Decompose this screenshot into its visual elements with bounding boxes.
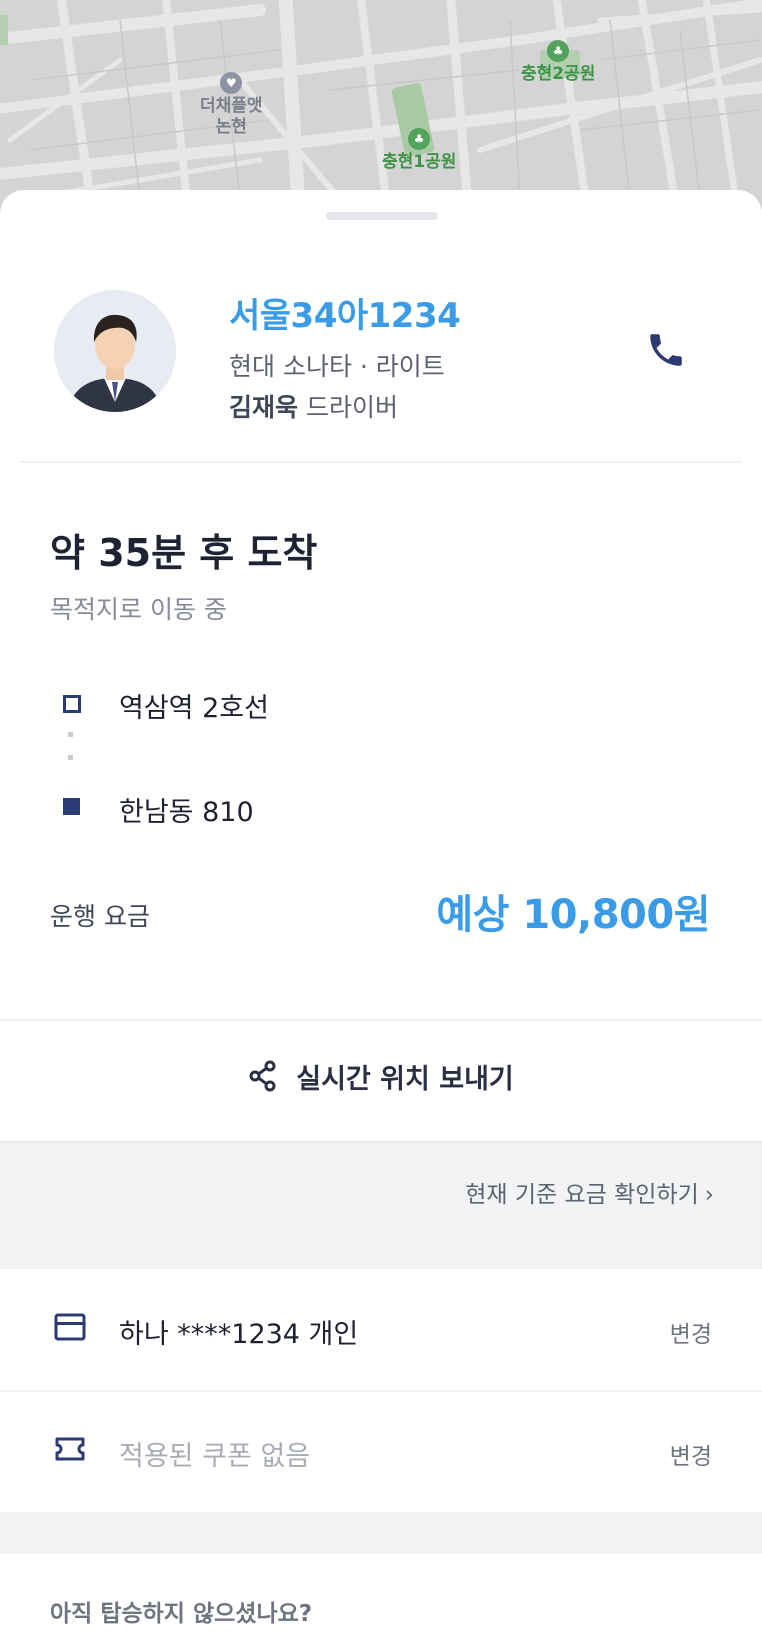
map-poi-chapel[interactable]: ♥ 더채플앳 논현	[200, 72, 263, 138]
payment-card-label: 하나 ****1234 개인	[119, 1319, 359, 1350]
check-current-fare-label: 현재 기준 요금 확인하기	[465, 1182, 699, 1208]
not-boarded-section[interactable]: 아직 탑승하지 않으셨나요?	[0, 1554, 762, 1650]
share-location-label: 실시간 위치 보내기	[296, 1063, 514, 1095]
fare-label: 운행 요금	[50, 902, 150, 931]
payment-method-row[interactable]: 하나 ****1234 개인 변경	[0, 1270, 762, 1390]
driver-avatar	[54, 290, 176, 412]
chevron-right-icon: ›	[704, 1182, 714, 1208]
trip-status: 목적지로 이동 중	[50, 595, 227, 624]
location-pin-icon: ♥	[220, 72, 243, 94]
poi-label: 충현1공원	[382, 152, 457, 172]
call-driver-button[interactable]	[636, 320, 696, 380]
share-location-button[interactable]: 실시간 위치 보내기	[0, 1021, 762, 1131]
destination-address: 한남동 810	[119, 797, 254, 828]
coupon-label: 적용된 쿠폰 없음	[119, 1441, 311, 1472]
destination-marker-icon	[63, 798, 80, 815]
vehicle-plate-number: 서울34아1234	[229, 296, 461, 336]
coupon-ticket-icon	[55, 1437, 85, 1461]
eta-title: 약 35분 후 도착	[50, 531, 318, 575]
park-icon: ♣	[547, 40, 570, 62]
map-poi-park-1[interactable]: ♣ 충현1공원	[382, 128, 456, 173]
driver-name-row: 김재욱 드라이버	[229, 388, 398, 424]
phone-icon	[650, 334, 682, 366]
poi-label: 충현2공원	[521, 64, 596, 84]
sheet-drag-handle[interactable]	[326, 212, 438, 220]
credit-card-icon	[54, 1313, 86, 1341]
route-connector	[68, 732, 73, 778]
poi-label: 더채플앳 논현	[200, 96, 263, 137]
map-poi-park-2[interactable]: ♣ 충현2공원	[521, 40, 595, 85]
vehicle-info: 현대 소나타 · 라이트	[229, 352, 445, 381]
not-boarded-title: 아직 탑승하지 않으셨나요?	[50, 1601, 313, 1627]
origin-address: 역삼역 2호선	[119, 693, 269, 724]
driver-name: 김재욱	[229, 393, 299, 422]
park-icon: ♣	[408, 128, 431, 150]
divider	[20, 461, 742, 463]
estimated-fare: 예상 10,800원	[436, 892, 710, 938]
share-icon	[249, 1060, 276, 1092]
section-gap	[0, 1512, 762, 1554]
origin-marker-icon	[63, 695, 81, 713]
change-payment-button[interactable]: 변경	[670, 1315, 712, 1349]
coupon-row[interactable]: 적용된 쿠폰 없음 변경	[0, 1392, 762, 1512]
driver-photo	[54, 290, 176, 412]
driver-suffix: 드라이버	[298, 393, 398, 422]
change-coupon-button[interactable]: 변경	[670, 1437, 712, 1471]
check-current-fare-link[interactable]: 현재 기준 요금 확인하기 ›	[465, 1175, 714, 1209]
